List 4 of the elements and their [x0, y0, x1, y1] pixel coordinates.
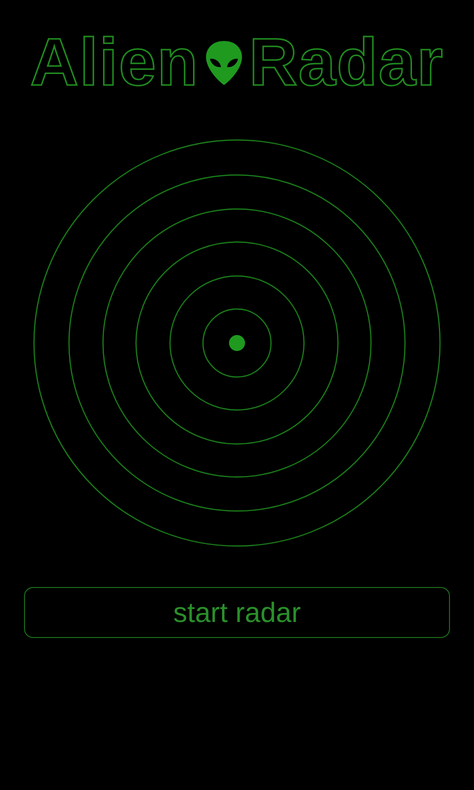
title-text: Alien — [30, 30, 199, 96]
start-button[interactable]: start radar — [24, 587, 450, 638]
title-text: Radar — [248, 30, 444, 96]
alien-head-icon — [204, 40, 243, 86]
